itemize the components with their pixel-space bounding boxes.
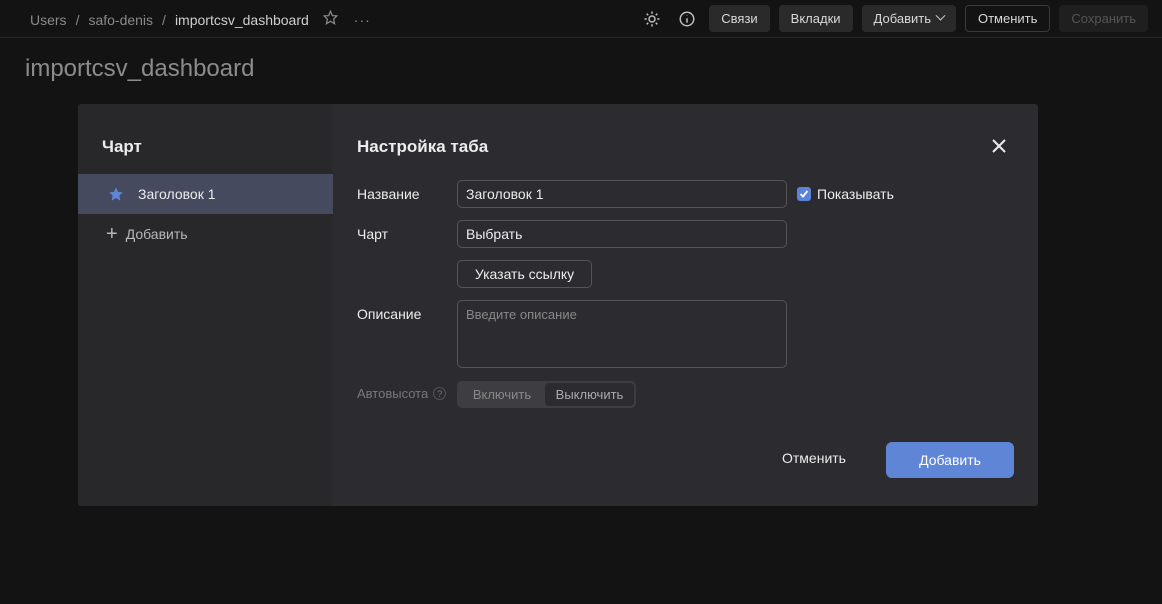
tabs-button[interactable]: Вкладки	[778, 5, 853, 32]
chevron-down-icon	[935, 10, 946, 21]
autoheight-enable-option[interactable]: Включить	[459, 383, 545, 406]
autoheight-label: Автовысота	[357, 386, 429, 401]
show-checkbox-group[interactable]: Показывать	[797, 186, 894, 202]
favorite-star-icon[interactable]	[322, 9, 338, 29]
autoheight-label-group: Автовысота ?	[357, 386, 447, 401]
breadcrumb: Users / safo-denis / importcsv_dashboard…	[30, 9, 371, 29]
dialog-title: Настройка таба	[357, 137, 489, 156]
show-checkbox[interactable]	[797, 187, 811, 201]
breadcrumb-users[interactable]: Users	[30, 12, 67, 28]
header-actions: Связи Вкладки Добавить Отменить Сохранит…	[639, 5, 1148, 32]
chart-label: Чарт	[357, 226, 389, 242]
sidebar-item-label: Заголовок 1	[138, 186, 216, 202]
add-button[interactable]: Добавить	[886, 442, 1014, 478]
close-icon[interactable]	[990, 137, 1008, 155]
add-tab-button[interactable]: + Добавить	[106, 224, 188, 244]
add-tab-label: Добавить	[125, 226, 188, 242]
description-textarea[interactable]: Введите описание	[457, 300, 787, 368]
add-dropdown-button[interactable]: Добавить	[861, 5, 956, 32]
save-button[interactable]: Сохранить	[1059, 5, 1148, 32]
links-button[interactable]: Связи	[709, 5, 770, 32]
sidebar-item-tab[interactable]: Заголовок 1	[78, 174, 333, 214]
info-icon[interactable]	[674, 6, 700, 32]
more-menu-icon[interactable]: ···	[354, 12, 371, 28]
chart-select[interactable]: Выбрать	[457, 220, 787, 248]
cancel-edit-button[interactable]: Отменить	[964, 5, 1051, 32]
breadcrumb-current: importcsv_dashboard	[174, 11, 309, 28]
settings-gear-icon[interactable]	[639, 6, 665, 32]
add-dropdown-label: Добавить	[873, 11, 931, 26]
plus-icon: +	[106, 223, 118, 245]
description-label: Описание	[357, 306, 422, 322]
dialog-main: Настройка таба Название Заголовок 1 Пока…	[333, 104, 1038, 506]
page-title: importcsv_dashboard	[25, 55, 255, 82]
show-checkbox-label: Показывать	[817, 186, 894, 202]
help-icon[interactable]: ?	[433, 387, 447, 400]
default-tab-star-icon[interactable]	[108, 186, 124, 202]
name-input[interactable]: Заголовок 1	[457, 180, 787, 208]
breadcrumb-separator: /	[162, 11, 166, 28]
top-bar: Users / safo-denis / importcsv_dashboard…	[0, 0, 1162, 38]
dialog-sidebar: Чарт Заголовок 1 + Добавить	[78, 104, 333, 506]
autoheight-disable-option[interactable]: Выключить	[545, 383, 634, 406]
name-label: Название	[357, 186, 420, 202]
breadcrumb-user-folder[interactable]: safo-denis	[88, 12, 153, 28]
autoheight-toggle[interactable]: Включить Выключить	[457, 381, 636, 408]
sidebar-title: Чарт	[102, 137, 142, 156]
tab-settings-dialog: Чарт Заголовок 1 + Добавить Настройка та…	[78, 104, 1038, 506]
specify-link-button[interactable]: Указать ссылку	[457, 260, 592, 288]
breadcrumb-separator: /	[75, 11, 80, 28]
cancel-button[interactable]: Отменить	[782, 450, 846, 466]
